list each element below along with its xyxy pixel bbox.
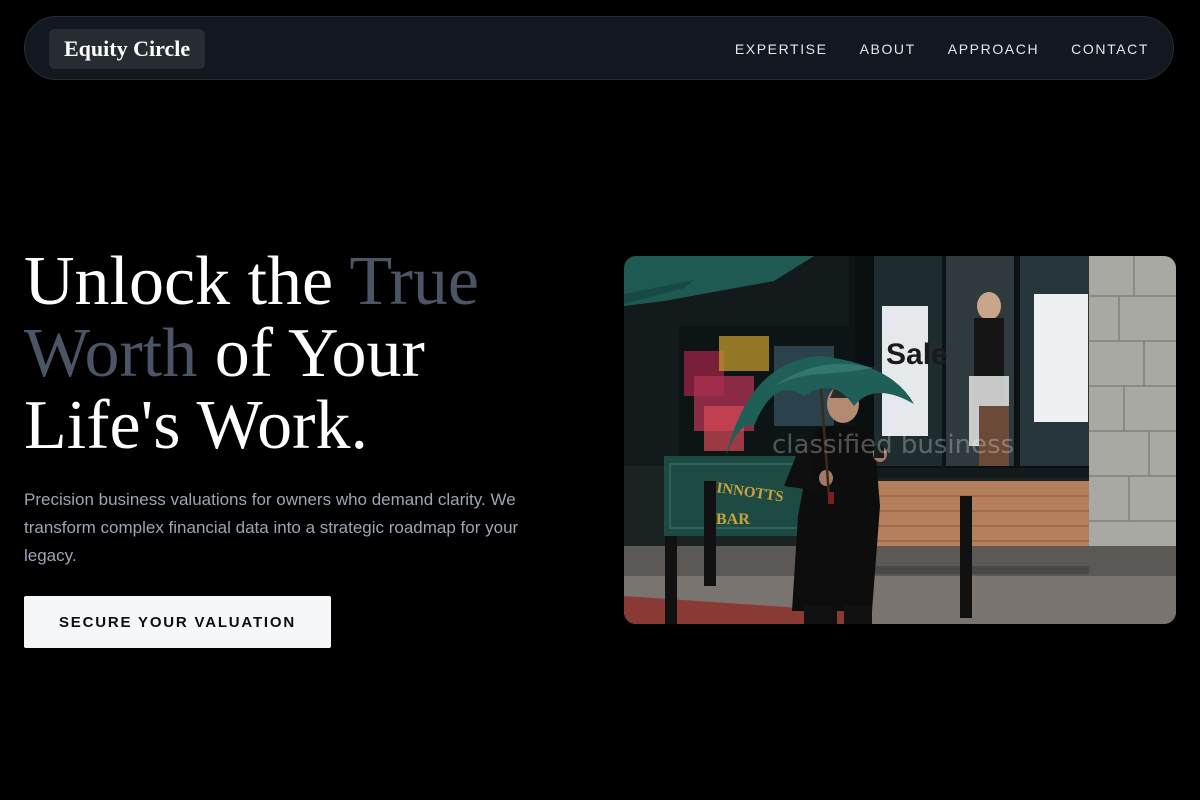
nav-link-approach[interactable]: APPROACH: [948, 41, 1039, 57]
photo-watermark: classified business: [772, 430, 1014, 460]
secure-valuation-button[interactable]: SECURE YOUR VALUATION: [24, 596, 331, 648]
site-header: Equity Circle EXPERTISE ABOUT APPROACH C…: [24, 16, 1174, 80]
hero-title-accent-worth: Worth: [24, 315, 198, 392]
nav-link-expertise[interactable]: EXPERTISE: [735, 41, 828, 57]
nav-link-contact[interactable]: CONTACT: [1071, 41, 1149, 57]
hero-title-accent-true: True: [349, 243, 480, 320]
hero-title-line2: of Your: [197, 315, 425, 392]
hero-photo: Sale INNOTTS BAR classified business: [624, 256, 1176, 624]
logo[interactable]: Equity Circle: [49, 29, 206, 69]
photo-sign-bar: BAR: [716, 511, 750, 528]
hero-title: Unlock the True Worth of Your Life's Work.: [24, 246, 584, 462]
photo-sign-sale: Sale: [886, 338, 948, 371]
hero-title-line3: Life's Work.: [24, 387, 368, 464]
hero-subtitle: Precision business valuations for owners…: [24, 490, 519, 565]
nav-link-about[interactable]: ABOUT: [860, 41, 916, 57]
hero-title-line1: Unlock the: [24, 243, 350, 320]
main-nav: EXPERTISE ABOUT APPROACH CONTACT: [735, 17, 1149, 81]
